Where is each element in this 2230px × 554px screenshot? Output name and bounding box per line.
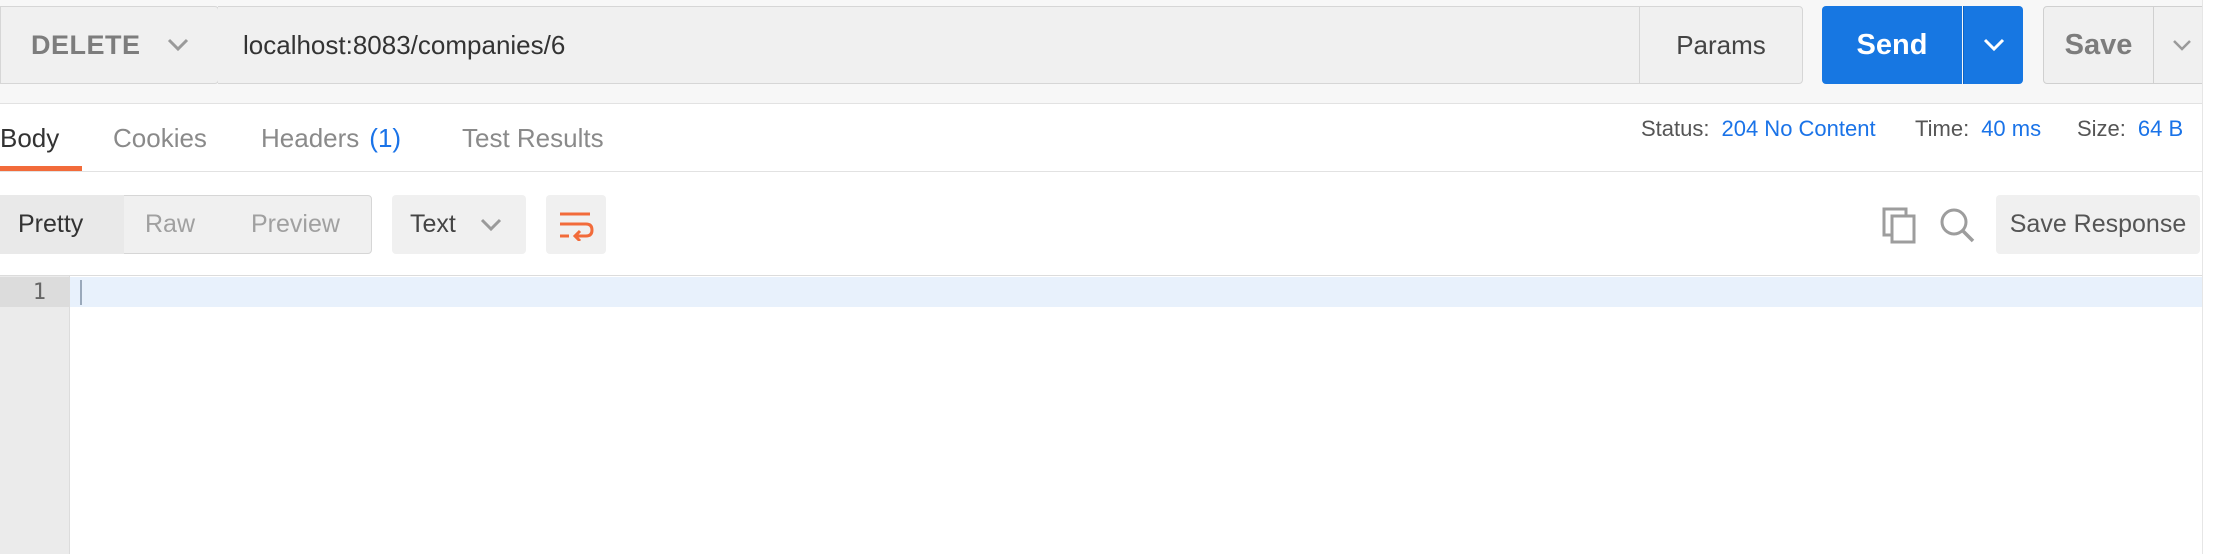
- params-button[interactable]: Params: [1639, 6, 1803, 84]
- wrap-lines-icon: [560, 212, 594, 241]
- tab-label: Body: [0, 122, 60, 153]
- method-dropdown[interactable]: DELETE: [0, 6, 219, 84]
- format-label: Text: [410, 210, 456, 238]
- send-label: Send: [1856, 28, 1928, 61]
- url-input[interactable]: localhost:8083/companies/6: [218, 6, 1640, 84]
- format-dropdown[interactable]: Text: [392, 195, 526, 254]
- size-label: Size:: [2077, 116, 2126, 141]
- chevron-down-icon: [2173, 40, 2191, 51]
- right-panel-edge: [2202, 0, 2230, 554]
- active-line-highlight: [70, 277, 2202, 307]
- status-value[interactable]: 204 No Content: [1721, 116, 1875, 142]
- time-label: Time:: [1915, 116, 1970, 141]
- headers-count-badge: (1): [369, 122, 402, 153]
- url-text: localhost:8083/companies/6: [243, 29, 566, 60]
- text-cursor: [80, 280, 82, 305]
- method-label: DELETE: [31, 29, 141, 60]
- tab-label: Test Results: [462, 122, 604, 153]
- tab-headers[interactable]: Headers (1): [261, 104, 401, 172]
- send-button[interactable]: Send: [1822, 6, 1962, 84]
- wrap-lines-button[interactable]: [546, 195, 606, 254]
- size-value[interactable]: 64 B: [2138, 116, 2183, 142]
- params-label: Params: [1676, 29, 1766, 60]
- save-label: Save: [2064, 28, 2133, 61]
- time-value[interactable]: 40 ms: [1981, 116, 2041, 142]
- tab-label: Headers: [261, 122, 360, 153]
- active-tab-indicator: [0, 166, 82, 171]
- view-mode-label: Preview: [251, 210, 340, 238]
- size-meta: Size: 64 B: [2077, 116, 2183, 142]
- search-icon[interactable]: [1937, 205, 1977, 245]
- view-mode-label: Pretty: [18, 210, 84, 238]
- view-mode-raw[interactable]: Raw: [145, 195, 195, 254]
- time-meta: Time: 40 ms: [1915, 116, 2041, 142]
- chevron-down-icon: [480, 218, 501, 231]
- tab-label: Cookies: [113, 122, 207, 153]
- chevron-down-icon: [1983, 38, 2004, 52]
- view-mode-label: Raw: [145, 210, 196, 238]
- line-number: 1: [32, 279, 46, 305]
- response-body-editor[interactable]: [0, 275, 2202, 554]
- view-mode-pretty[interactable]: Pretty: [18, 195, 83, 254]
- tab-test-results[interactable]: Test Results: [462, 104, 604, 172]
- status-label: Status:: [1641, 116, 1710, 141]
- save-button[interactable]: Save: [2043, 6, 2154, 84]
- send-options-button[interactable]: [1963, 6, 2023, 84]
- status-meta: Status: 204 No Content: [1641, 116, 1876, 142]
- view-mode-preview[interactable]: Preview: [251, 195, 340, 254]
- tab-cookies[interactable]: Cookies: [113, 104, 207, 172]
- save-response-label: Save Response: [2009, 210, 2187, 238]
- chevron-down-icon: [167, 38, 188, 52]
- tab-body[interactable]: Body: [0, 104, 59, 172]
- copy-icon[interactable]: [1880, 205, 1920, 245]
- save-response-button[interactable]: Save Response: [1996, 195, 2200, 254]
- line-number-gutter: [0, 276, 70, 554]
